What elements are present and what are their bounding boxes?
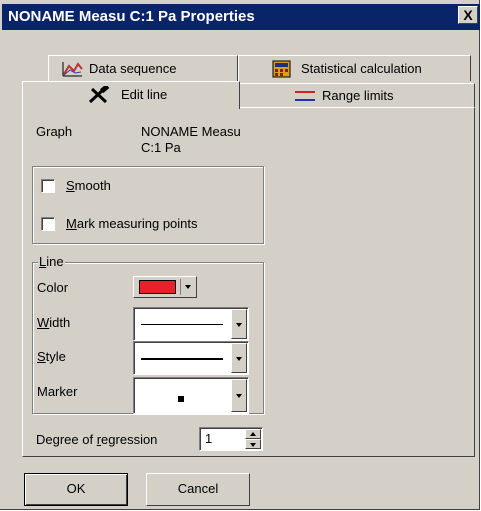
tab-edit-line[interactable]: Edit line (22, 81, 240, 109)
smooth-label-rest: mooth (74, 178, 111, 193)
color-label: Color (37, 280, 69, 295)
ok-button[interactable]: OK (24, 473, 128, 506)
line-style-combo[interactable] (133, 341, 249, 375)
marker-label: Marker (37, 384, 78, 399)
smooth-label[interactable]: Smooth (66, 178, 111, 193)
line-style-sample (141, 358, 223, 360)
regression-input[interactable]: 1 (199, 427, 263, 451)
chevron-down-icon (236, 394, 242, 398)
tab-statistical-calculation-label: Statistical calculation (301, 61, 422, 76)
line-width-combo[interactable] (133, 307, 249, 341)
tab-range-limits[interactable]: Range limits (239, 83, 475, 107)
square-marker-icon (178, 396, 184, 402)
spin-up-icon (250, 432, 256, 436)
cancel-button[interactable]: Cancel (146, 473, 250, 506)
calculator-icon (272, 60, 291, 78)
graph-name-line1: NONAME Measu (141, 124, 241, 139)
tab-range-limits-label: Range limits (322, 88, 394, 103)
close-button[interactable]: X (458, 6, 478, 24)
smooth-checkbox[interactable] (41, 179, 55, 193)
chart-icon (62, 62, 83, 77)
tab-edit-line-label: Edit line (121, 87, 168, 102)
tab-statistical-calculation[interactable]: Statistical calculation (238, 55, 471, 81)
regression-label: Degree of regression (36, 432, 158, 447)
color-separator (180, 279, 181, 295)
graph-name-line2: C:1 Pa (141, 140, 181, 155)
spin-down-icon (250, 443, 256, 447)
line-style-dropdown-button[interactable] (231, 343, 247, 373)
chevron-down-icon (236, 357, 242, 361)
style-label: Style (37, 349, 66, 364)
tools-icon (88, 86, 110, 104)
color-swatch (139, 280, 176, 294)
line-width-dropdown-button[interactable] (231, 309, 247, 339)
mark-measuring-points-label-rest: ark measuring points (76, 216, 198, 231)
tab-data-sequence-label: Data sequence (89, 61, 177, 76)
mark-measuring-points-label[interactable]: Mark measuring points (66, 216, 198, 231)
window-title: NONAME Measu C:1 Pa Properties (8, 8, 255, 25)
width-label: Width (37, 315, 71, 330)
color-picker-button[interactable] (133, 276, 197, 298)
properties-dialog: NONAME Measu C:1 Pa Properties X Data se… (0, 0, 480, 510)
graph-label: Graph (36, 124, 73, 139)
range-lines-icon (295, 91, 315, 101)
marker-combo[interactable] (133, 377, 249, 414)
regression-spin-down[interactable] (245, 439, 261, 449)
regression-value: 1 (205, 431, 213, 446)
chevron-down-icon (236, 323, 242, 327)
line-width-sample (141, 324, 223, 325)
mark-measuring-points-checkbox[interactable] (41, 217, 55, 231)
tab-data-sequence[interactable]: Data sequence (48, 55, 238, 81)
marker-dropdown-button[interactable] (231, 379, 247, 412)
title-bar[interactable]: NONAME Measu C:1 Pa Properties (2, 4, 480, 30)
close-icon: X (463, 7, 473, 23)
chevron-down-icon (185, 285, 191, 289)
regression-spin-up[interactable] (245, 429, 261, 439)
line-group-label: Line (38, 254, 65, 269)
